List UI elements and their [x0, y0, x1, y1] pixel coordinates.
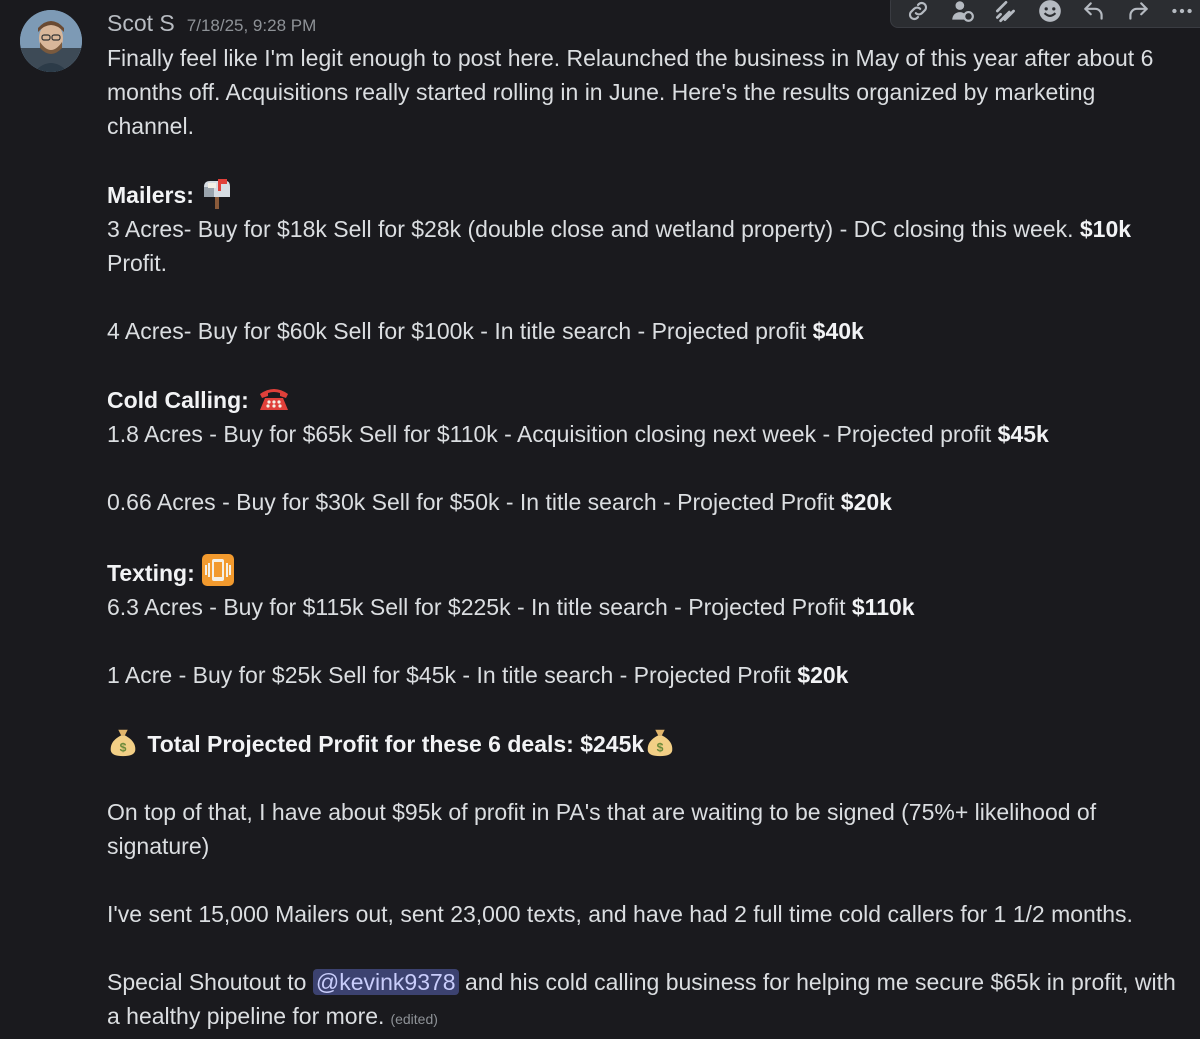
- deal-profit: $10k: [1079, 216, 1132, 242]
- user-mention[interactable]: @kevink9378: [312, 969, 459, 995]
- total-line: $ Total Projected Profit for these 6 dea…: [107, 726, 1182, 761]
- deal-text: 4 Acres- Buy for $60k Sell for $100k - I…: [107, 318, 813, 344]
- message-content: Finally feel like I'm legit enough to po…: [107, 41, 1182, 1036]
- texting-deal-2: 1 Acre - Buy for $25k Sell for $45k - In…: [107, 658, 1182, 692]
- vibrating-phone-icon: [201, 553, 235, 586]
- money-bag-icon: $: [107, 726, 141, 758]
- signal-icon[interactable]: [985, 0, 1027, 28]
- avatar[interactable]: [20, 10, 82, 72]
- texting-heading: Texting:: [107, 553, 1182, 590]
- money-bag-icon: $: [644, 726, 678, 758]
- pa-text: On top of that, I have about $95k of pro…: [107, 799, 1097, 859]
- message-toolbar: [890, 0, 1200, 28]
- deal-profit: $45k: [997, 421, 1049, 447]
- username[interactable]: Scot S: [107, 10, 175, 37]
- reply-thread-icon[interactable]: [941, 0, 983, 28]
- mailbox-icon: [200, 177, 234, 209]
- more-icon[interactable]: [1161, 0, 1200, 28]
- deal-profit: $20k: [840, 489, 892, 515]
- shoutout-text: Special Shoutout to @kevink9378 and his …: [107, 965, 1182, 1036]
- telephone-icon: [255, 382, 289, 414]
- texting-label: Texting:: [107, 560, 195, 586]
- texting-deal-1: 6.3 Acres - Buy for $115k Sell for $225k…: [107, 590, 1182, 624]
- mailers-heading: Mailers:: [107, 177, 1182, 212]
- deal-text: 6.3 Acres - Buy for $115k Sell for $225k…: [107, 594, 852, 620]
- total-text: Total Projected Profit for these 6 deals…: [147, 731, 645, 757]
- svg-text:$: $: [120, 740, 127, 754]
- timestamp[interactable]: 7/18/25, 9:28 PM: [187, 16, 316, 36]
- message-header: Scot S 7/18/25, 9:28 PM: [107, 10, 316, 40]
- copy-link-icon[interactable]: [897, 0, 939, 28]
- deal-text: 0.66 Acres - Buy for $30k Sell for $50k …: [107, 489, 841, 515]
- reply-icon[interactable]: [1073, 0, 1115, 28]
- deal-profit: $40k: [812, 318, 864, 344]
- deal-text: 1 Acre - Buy for $25k Sell for $45k - In…: [107, 662, 798, 688]
- cold-calling-deal-1: 1.8 Acres - Buy for $65k Sell for $110k …: [107, 417, 1182, 451]
- cold-calling-label: Cold Calling:: [107, 387, 249, 413]
- deal-text: 1.8 Acres - Buy for $65k Sell for $110k …: [107, 421, 998, 447]
- mailers-label: Mailers:: [107, 182, 194, 208]
- shoutout-before: Special Shoutout to: [107, 969, 313, 995]
- svg-text:$: $: [657, 740, 664, 754]
- intro-text: Finally feel like I'm legit enough to po…: [107, 45, 1154, 139]
- mailers-deal-1: 3 Acres- Buy for $18k Sell for $28k (dou…: [107, 212, 1182, 280]
- cold-calling-heading: Cold Calling:: [107, 382, 1182, 417]
- deal-profit: $20k: [797, 662, 849, 688]
- add-reaction-icon[interactable]: [1029, 0, 1071, 28]
- chat-message: Scot S 7/18/25, 9:28 PM Finally feel lik…: [0, 0, 1200, 1039]
- cold-calling-deal-2: 0.66 Acres - Buy for $30k Sell for $50k …: [107, 485, 1182, 519]
- edited-label: (edited): [390, 1011, 438, 1027]
- volume-text: I've sent 15,000 Mailers out, sent 23,00…: [107, 901, 1133, 927]
- mailers-deal-2: 4 Acres- Buy for $60k Sell for $100k - I…: [107, 314, 1182, 348]
- deal-text-after: Profit.: [107, 250, 168, 276]
- deal-text: 3 Acres- Buy for $18k Sell for $28k (dou…: [107, 216, 1080, 242]
- forward-icon[interactable]: [1117, 0, 1159, 28]
- deal-profit: $110k: [851, 594, 915, 620]
